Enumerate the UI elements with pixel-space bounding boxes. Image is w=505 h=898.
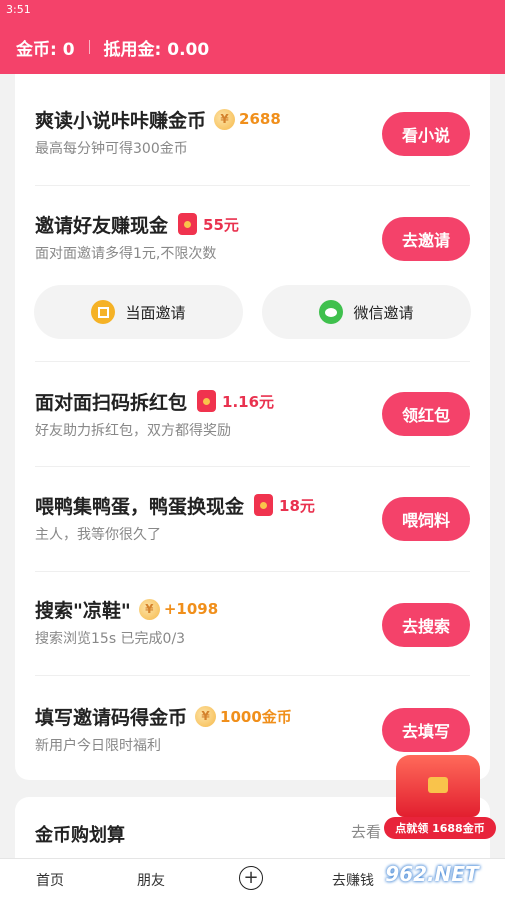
coin-shopping-title: 金币购划算 xyxy=(35,825,125,846)
task-reward: +1098 xyxy=(163,600,219,618)
feed-duck-button[interactable]: 喂饲料 xyxy=(382,497,470,541)
divider xyxy=(35,571,470,572)
task-feed-duck: 喂鸭集鸭蛋，鸭蛋换现金 18元 主人，我等你很久了 喂饲料 xyxy=(35,490,470,544)
task-reward: 55元 xyxy=(203,215,239,234)
task-title: 面对面扫码拆红包 xyxy=(35,391,188,414)
task-search: 搜索"凉鞋" ¥ +1098 搜索浏览15s 已完成0/3 去搜索 xyxy=(35,594,470,648)
invite-button[interactable]: 去邀请 xyxy=(382,217,470,261)
gift-promo-label: 点就领 1688金币 xyxy=(384,817,496,839)
task-scan-red-packet: 面对面扫码拆红包 1.16元 好友助力拆红包，双方都得奖励 领红包 xyxy=(35,386,470,440)
wechat-invite-button[interactable]: 微信邀请 xyxy=(262,285,471,339)
divider xyxy=(35,361,470,362)
wechat-invite-label: 微信邀请 xyxy=(353,303,414,322)
task-title: 搜索"凉鞋" xyxy=(35,599,131,622)
fill-invite-code-button[interactable]: 去填写 xyxy=(382,708,470,752)
task-reward: 2688 xyxy=(239,110,281,128)
face-to-face-invite-button[interactable]: 当面邀请 xyxy=(34,285,243,339)
coin-icon: ¥ xyxy=(138,598,160,620)
task-read-novel: 爽读小说咔咔赚金币 ¥ 2688 最高每分钟可得300金币 看小说 xyxy=(35,104,470,158)
nav-friends[interactable]: 朋友 xyxy=(137,870,165,890)
coins-balance[interactable]: 金币: 0 xyxy=(16,35,75,60)
watermark: 962.NET xyxy=(385,862,479,886)
task-invite-code: 填写邀请码得金币 ¥ 1000金币 新用户今日限时福利 去填写 xyxy=(35,701,470,755)
floating-gift-promo[interactable]: 点就领 1688金币 xyxy=(384,755,496,840)
deduct-balance[interactable]: 抵用金: 0.00 xyxy=(104,35,210,60)
red-envelope-icon xyxy=(178,213,198,235)
task-title: 爽读小说咔咔赚金币 xyxy=(35,109,207,132)
divider xyxy=(35,185,470,186)
nav-home[interactable]: 首页 xyxy=(36,870,64,890)
coin-icon: ¥ xyxy=(195,705,217,727)
search-button[interactable]: 去搜索 xyxy=(382,603,470,647)
face-to-face-invite-label: 当面邀请 xyxy=(125,303,186,322)
status-bar: 3:51 xyxy=(0,0,505,20)
task-title: 喂鸭集鸭蛋，鸭蛋换现金 xyxy=(35,495,245,518)
read-novel-button[interactable]: 看小说 xyxy=(382,112,470,156)
add-icon[interactable]: + xyxy=(239,866,263,890)
header-divider xyxy=(88,40,90,54)
gift-box-icon xyxy=(396,755,480,817)
task-list-card: 爽读小说咔咔赚金币 ¥ 2688 最高每分钟可得300金币 看小说 邀请好友赚现… xyxy=(15,74,490,780)
task-reward: 1.16元 xyxy=(222,392,275,411)
divider xyxy=(35,466,470,467)
status-time: 3:51 xyxy=(6,3,31,16)
task-reward: 1000金币 xyxy=(220,707,292,726)
task-title: 填写邀请码得金币 xyxy=(35,706,188,729)
red-envelope-icon xyxy=(197,390,217,412)
task-title: 邀请好友赚现金 xyxy=(35,214,169,237)
wechat-icon xyxy=(319,300,344,324)
task-invite-friends: 邀请好友赚现金 55元 面对面邀请多得1元,不限次数 去邀请 xyxy=(35,209,470,263)
coin-icon: ¥ xyxy=(214,108,236,130)
task-reward: 18元 xyxy=(279,496,315,515)
red-envelope-icon xyxy=(254,494,274,516)
qr-code-icon xyxy=(91,300,116,324)
header: 金币: 0 抵用金: 0.00 xyxy=(0,20,505,74)
claim-red-packet-button[interactable]: 领红包 xyxy=(382,392,470,436)
divider xyxy=(35,675,470,676)
coin-shopping-link[interactable]: 去看 xyxy=(351,821,381,842)
